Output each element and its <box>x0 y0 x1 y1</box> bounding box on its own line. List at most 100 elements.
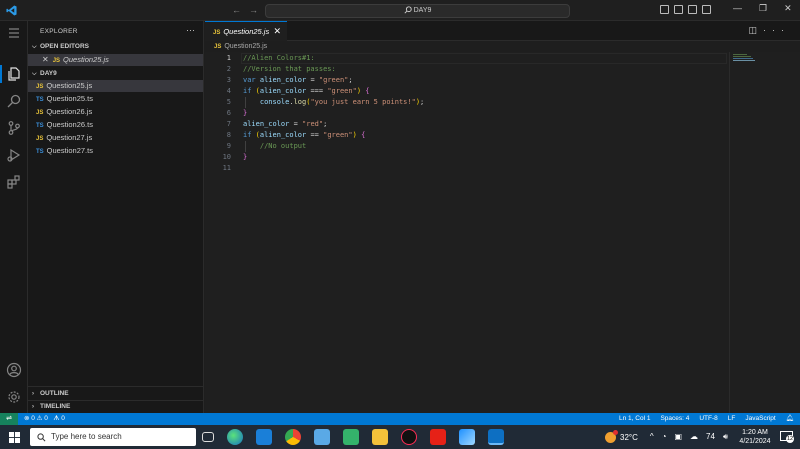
split-editor-icon[interactable]: ◫ <box>748 25 763 35</box>
code-line: 8 if (alien_color == "green") { <box>226 131 366 139</box>
youtube-icon[interactable] <box>430 429 446 445</box>
close-button[interactable]: ✕ <box>784 3 792 14</box>
js-file-icon: JS <box>213 30 221 36</box>
tray-icons: ^ ◔ ▣ ☁ 74 🔊︎ <box>650 432 728 442</box>
code-line: 4 if (alien_color === "green") { <box>226 87 370 95</box>
minimize-button[interactable]: — <box>733 3 742 14</box>
windows-start-icon[interactable] <box>9 432 20 443</box>
toggle-secondary-sidebar-icon[interactable] <box>688 5 697 14</box>
ports-indicator[interactable]: ᗑ 0 <box>53 415 65 422</box>
file-item[interactable]: TS Question26.ts <box>36 119 93 131</box>
cursor-position[interactable]: Ln 1, Col 1 <box>619 413 650 425</box>
vscode-logo-icon[interactable] <box>6 5 17 16</box>
timeline-header[interactable]: › TIMELINE <box>32 403 70 410</box>
outline-header[interactable]: › OUTLINE <box>32 390 69 397</box>
volume-icon[interactable]: 🔊︎ <box>723 432 728 442</box>
status-bar: ⇌ ⊗ 0 ⚠ 0 ᗑ 0 Ln 1, Col 1 Spaces: 4 UTF-… <box>0 413 800 425</box>
account-icon[interactable] <box>6 362 22 378</box>
cloud-icon[interactable]: ☁ <box>690 432 698 442</box>
vscode-taskbar-icon[interactable] <box>488 429 504 445</box>
folder-header-day9[interactable]: ⌵ DAY9 <box>32 70 57 78</box>
js-file-icon: JS <box>36 110 44 116</box>
photos-icon[interactable] <box>459 429 475 445</box>
ts-file-icon: TS <box>36 123 44 129</box>
breadcrumb[interactable]: JS Question25.js <box>214 43 267 50</box>
search-text: DAY9 <box>413 7 432 14</box>
problems-indicator[interactable]: ⊗ 0 ⚠ 0 <box>24 415 48 422</box>
temperature: 32°C <box>620 432 638 442</box>
code-line: 6} <box>226 109 248 117</box>
language-mode[interactable]: JavaScript <box>745 413 775 425</box>
layout-controls <box>660 5 711 14</box>
remote-indicator-icon[interactable]: ⇌ <box>0 413 18 425</box>
store-icon[interactable] <box>314 429 330 445</box>
command-center-search[interactable]: DAY9 <box>265 4 570 18</box>
chevron-down-icon: ⌵ <box>32 71 37 77</box>
activity-bar <box>0 21 28 413</box>
more-actions-icon[interactable]: ··· <box>763 25 790 35</box>
menu-icon[interactable] <box>6 25 22 41</box>
ts-file-icon: TS <box>36 149 44 155</box>
more-actions-icon[interactable]: ··· <box>186 25 195 35</box>
bell-icon[interactable]: 🔔︎ <box>786 413 794 425</box>
file-item[interactable]: JS Question26.js <box>36 106 92 118</box>
file-item[interactable]: TS Question25.ts <box>36 93 93 105</box>
editor-actions: ◫··· <box>748 25 790 36</box>
encoding[interactable]: UTF-8 <box>699 413 717 425</box>
code-line: 11 <box>222 164 231 172</box>
title-bar: ←→ DAY9 — ❐ ✕ <box>0 0 800 21</box>
open-editor-item[interactable]: ✕ JS Question25.js <box>28 54 203 66</box>
search-icon[interactable] <box>6 93 22 109</box>
explorer-icon[interactable] <box>6 66 22 82</box>
file-item[interactable]: JS Question27.js <box>36 132 92 144</box>
code-line: 7 alien_color = "red"; <box>226 120 328 128</box>
display-icon[interactable]: ▣ <box>674 432 682 442</box>
line-ending[interactable]: LF <box>728 413 736 425</box>
edge-icon[interactable] <box>227 429 243 445</box>
date: 4/21/2024 <box>739 438 771 445</box>
source-control-icon[interactable] <box>6 120 22 136</box>
chevron-up-icon[interactable]: ^ <box>650 432 654 442</box>
toggle-sidebar-icon[interactable] <box>660 5 669 14</box>
chevron-down-icon: ⌵ <box>32 44 37 50</box>
status-left: ⊗ 0 ⚠ 0 ᗑ 0 <box>24 413 65 425</box>
code-line: 5 console.log("you just earn 5 points!")… <box>226 97 425 108</box>
back-arrow-icon[interactable]: ← <box>232 5 249 15</box>
active-indicator <box>0 65 2 83</box>
settings-gear-icon[interactable] <box>6 389 22 405</box>
app-icon-green[interactable] <box>343 429 359 445</box>
open-editors-header[interactable]: ⌵ OPEN EDITORS <box>32 43 89 51</box>
customize-layout-icon[interactable] <box>702 5 711 14</box>
indentation[interactable]: Spaces: 4 <box>660 413 689 425</box>
taskbar-apps <box>202 429 504 445</box>
forward-arrow-icon[interactable]: → <box>249 5 266 15</box>
chevron-right-icon: › <box>32 404 34 410</box>
battery-level[interactable]: 74 <box>706 432 715 442</box>
taskbar-search-input[interactable]: Type here to search <box>30 428 196 446</box>
code-line: 2//Version that passes: <box>226 65 336 73</box>
chrome-icon[interactable] <box>285 429 301 445</box>
file-item[interactable]: JS Question25.js <box>28 80 203 92</box>
weather-widget[interactable]: 32°C <box>605 429 638 443</box>
task-view-icon[interactable] <box>202 432 214 442</box>
code-editor[interactable]: 1//Alien Colors#1: 2//Version that passe… <box>205 52 800 413</box>
window-controls: — ❐ ✕ <box>733 3 792 14</box>
network-icon[interactable]: ◔ <box>662 432 667 442</box>
open-editor-label: Question25.js <box>63 55 109 64</box>
file-item[interactable]: TS Question27.ts <box>36 145 93 157</box>
tiktok-icon[interactable] <box>401 429 417 445</box>
run-debug-icon[interactable] <box>6 147 22 163</box>
search-icon <box>37 433 46 442</box>
clock[interactable]: 1:20 AM 4/21/2024 <box>736 428 774 446</box>
extensions-icon[interactable] <box>6 174 22 190</box>
notification-count: 12 <box>786 435 794 443</box>
explorer-sidebar: EXPLORER ··· ⌵ OPEN EDITORS ✕ JS Question25… <box>28 21 204 413</box>
mail-icon[interactable] <box>256 429 272 445</box>
tab-question25-js[interactable]: JS Question25.js ✕ <box>205 21 287 41</box>
close-editor-icon[interactable]: ✕ <box>42 55 49 64</box>
notifications-icon[interactable]: 12 <box>780 431 794 443</box>
close-tab-icon[interactable]: ✕ <box>273 22 281 41</box>
toggle-panel-icon[interactable] <box>674 5 683 14</box>
restore-button[interactable]: ❐ <box>759 3 767 14</box>
file-explorer-icon[interactable] <box>372 429 388 445</box>
